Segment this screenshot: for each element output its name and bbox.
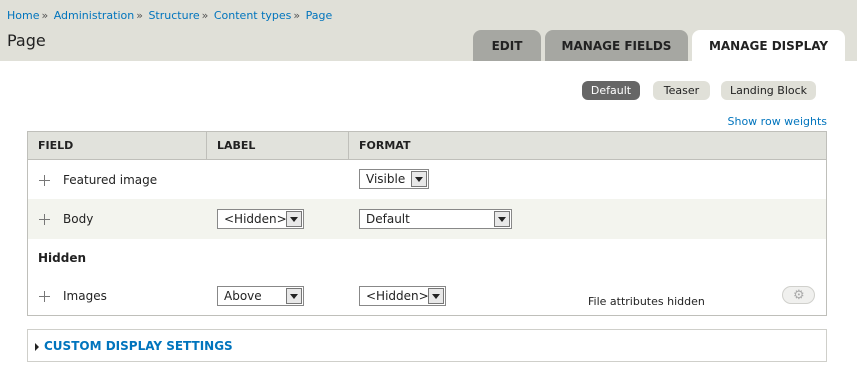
chevron-down-icon: [286, 211, 302, 227]
show-row-weights-link[interactable]: Show row weights: [728, 115, 828, 128]
table-header: FIELD LABEL FORMAT: [28, 132, 826, 160]
select-value: Visible: [366, 172, 406, 186]
tab-manage-fields[interactable]: MANAGE FIELDS: [545, 30, 688, 61]
breadcrumb-home[interactable]: Home: [7, 9, 39, 22]
table-row: Body <Hidden> Default: [28, 199, 826, 239]
breadcrumb-content-types[interactable]: Content types: [214, 9, 292, 22]
custom-display-settings-toggle[interactable]: CUSTOM DISPLAY SETTINGS: [44, 339, 233, 353]
select-value: Above: [224, 289, 262, 303]
format-settings-button[interactable]: ⚙: [782, 286, 815, 304]
format-summary: File attributes hidden: [588, 295, 705, 308]
drag-handle-icon[interactable]: [39, 214, 50, 225]
label-select[interactable]: <Hidden>: [217, 209, 304, 229]
tab-manage-display[interactable]: MANAGE DISPLAY: [692, 30, 845, 61]
view-mode-default[interactable]: Default: [582, 81, 640, 100]
tab-edit[interactable]: EDIT: [473, 30, 541, 61]
select-value: <Hidden>: [366, 289, 429, 303]
breadcrumb-structure[interactable]: Structure: [148, 9, 199, 22]
column-divider: [348, 132, 349, 159]
drag-handle-icon[interactable]: [39, 175, 50, 186]
page-header: Home» Administration» Structure» Content…: [0, 0, 857, 61]
field-name: Featured image: [63, 173, 158, 187]
hidden-region-label: Hidden: [38, 251, 87, 265]
field-name: Images: [63, 289, 107, 303]
column-header-label: LABEL: [217, 139, 256, 152]
chevron-down-icon: [428, 288, 444, 304]
breadcrumb-page[interactable]: Page: [306, 9, 333, 22]
breadcrumb: Home» Administration» Structure» Content…: [7, 9, 332, 22]
breadcrumb-separator: »: [41, 9, 49, 22]
custom-display-settings-fieldset[interactable]: CUSTOM DISPLAY SETTINGS: [27, 329, 827, 362]
select-value: Default: [366, 212, 410, 226]
gear-icon: ⚙: [793, 288, 805, 303]
label-select[interactable]: Above: [217, 286, 304, 306]
column-header-format: FORMAT: [359, 139, 411, 152]
chevron-down-icon: [286, 288, 302, 304]
view-mode-landing-block[interactable]: Landing Block: [721, 81, 816, 100]
page-title: Page: [7, 31, 46, 50]
fields-table: FIELD LABEL FORMAT Featured image Visibl…: [27, 131, 827, 316]
column-divider: [206, 132, 207, 159]
triangle-right-icon: [35, 343, 39, 351]
breadcrumb-separator: »: [293, 9, 301, 22]
select-value: <Hidden>: [224, 212, 287, 226]
table-row: Images Above <Hidden> File attributes hi…: [28, 278, 826, 315]
chevron-down-icon: [494, 211, 510, 227]
breadcrumb-separator: »: [136, 9, 143, 22]
drag-handle-icon[interactable]: [39, 291, 50, 302]
format-select[interactable]: Default: [359, 209, 512, 229]
chevron-down-icon: [411, 171, 427, 187]
breadcrumb-administration[interactable]: Administration: [54, 9, 135, 22]
breadcrumb-separator: »: [201, 9, 209, 22]
field-name: Body: [63, 212, 94, 226]
column-header-field: FIELD: [38, 139, 74, 152]
view-mode-teaser[interactable]: Teaser: [653, 81, 710, 100]
format-select[interactable]: Visible: [359, 169, 429, 189]
format-select[interactable]: <Hidden>: [359, 286, 446, 306]
table-row: Featured image Visible: [28, 160, 826, 199]
